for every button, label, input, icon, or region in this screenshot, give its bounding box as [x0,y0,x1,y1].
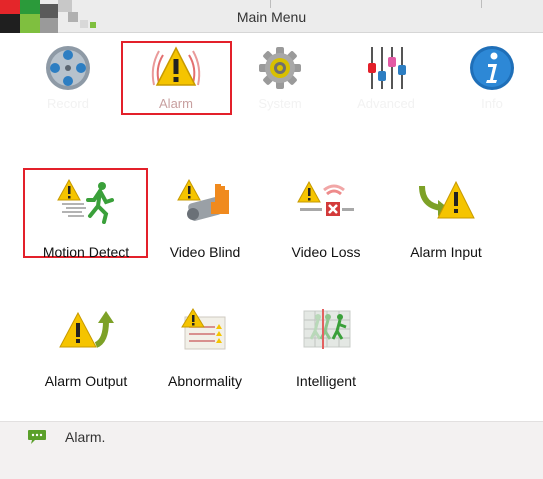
status-bar: Alarm. [0,421,543,479]
title-divider [270,0,271,8]
gear-icon [259,47,301,89]
alarm-output-icon [59,311,114,348]
menu-item-video-blind[interactable]: Video Blind [150,178,260,268]
alarm-input-icon [419,180,475,219]
menu-item-label: Video Blind [169,244,241,260]
menu-item-label: Abnormality [168,373,242,389]
abnormality-icon [181,308,226,350]
menu-item-label: Video Loss [291,244,361,260]
nav-item-advanced[interactable]: Advanced [336,33,436,117]
top-nav: Record Alarm System Advanced Info [0,33,543,117]
video-loss-icon [297,180,354,216]
menu-item-label: Motion Detect [42,244,130,260]
title-bar: Main Menu [0,0,543,33]
menu-item-video-loss[interactable]: Video Loss [271,178,381,268]
intelligent-icon [303,309,351,349]
motion-detect-icon [57,178,114,224]
nav-label: System [258,96,302,111]
window-title: Main Menu [236,9,307,25]
nav-item-info[interactable]: Info [442,33,542,117]
chat-bubble-icon [28,430,46,444]
title-divider [481,0,482,8]
video-blind-icon [177,178,229,221]
menu-item-label: Alarm Input [410,244,482,260]
menu-item-intelligent[interactable]: Intelligent [271,307,381,397]
menu-item-alarm-output[interactable]: Alarm Output [31,307,141,397]
nav-item-record[interactable]: Record [18,33,118,117]
nav-item-system[interactable]: System [230,33,330,117]
menu-item-label: Intelligent [296,373,356,389]
menu-item-abnormality[interactable]: Abnormality [150,307,260,397]
film-reel-icon [46,46,90,90]
nav-label: Info [481,96,503,111]
info-icon [470,46,514,90]
menu-item-label: Alarm Output [44,373,128,389]
nav-label: Record [47,96,89,111]
sliders-icon [368,47,406,89]
nav-selection-highlight [121,41,232,115]
menu-item-motion-detect[interactable]: Motion Detect [31,178,141,268]
menu-item-alarm-input[interactable]: Alarm Input [391,178,501,268]
nav-label: Advanced [357,96,415,111]
status-message: Alarm. [65,429,106,445]
